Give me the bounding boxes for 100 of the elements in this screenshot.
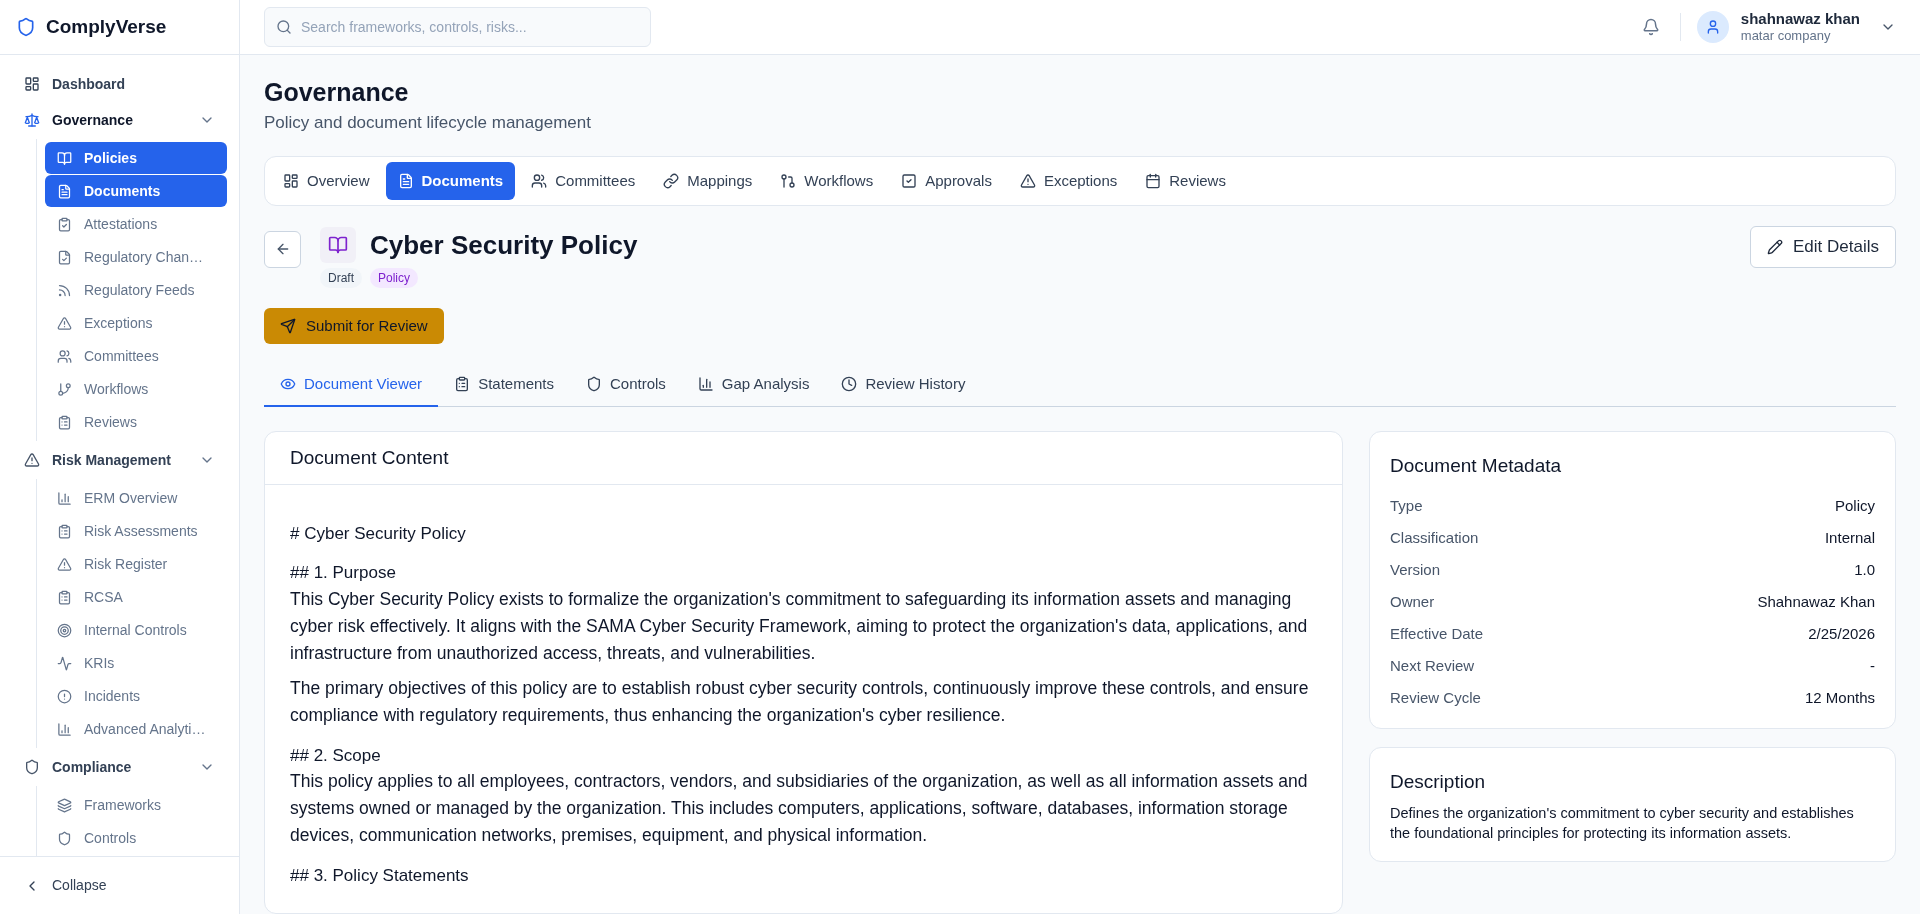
item-icon: [57, 348, 72, 364]
sidebar-subitem[interactable]: Internal Controls: [45, 614, 227, 646]
metadata-value: -: [1870, 656, 1875, 676]
tab-icon: [586, 376, 602, 393]
edit-details-button[interactable]: Edit Details: [1750, 225, 1896, 268]
item-icon: [57, 282, 72, 298]
metadata-label: Classification: [1390, 528, 1479, 548]
section-tab[interactable]: Committees: [519, 161, 648, 200]
item-icon: [57, 589, 72, 605]
document-tab[interactable]: Review History: [825, 363, 982, 407]
metadata-value: Policy: [1835, 496, 1875, 516]
sidebar-group[interactable]: Compliance: [12, 748, 227, 786]
section-icon: [24, 112, 40, 128]
card-title: Document Content: [290, 445, 449, 470]
sidebar-group[interactable]: Risk Management: [12, 441, 227, 479]
sidebar-subitem[interactable]: Risk Assessments: [45, 515, 227, 547]
item-icon: [57, 830, 72, 846]
section-tab[interactable]: Reviews: [1133, 161, 1238, 200]
section-tab[interactable]: Workflows: [768, 161, 886, 200]
page-subtitle: Policy and document lifecycle management: [264, 112, 592, 135]
sidebar-subitem[interactable]: KRIs: [45, 647, 227, 679]
section-tab[interactable]: Overview: [271, 161, 382, 200]
search-icon: [276, 19, 292, 35]
document-tab[interactable]: Controls: [570, 363, 682, 407]
item-icon: [57, 655, 72, 671]
item-icon: [57, 797, 72, 813]
sidebar-subitem[interactable]: Regulatory Chan…: [45, 241, 227, 273]
sidebar-subitem[interactable]: Incidents: [45, 680, 227, 712]
document-paragraph: This policy applies to all employees, contractors, vendors, and subsidiaries of the organization, as well as all information assets and systems owned or managed by the organization. This includes computers, applications, software, databases, information storage devices, communication networks, premises, equipment, and physical information.: [290, 770, 1309, 848]
send-icon: [280, 317, 296, 334]
tab-icon: [780, 172, 797, 189]
tab-icon: [531, 172, 548, 189]
sidebar-subitem[interactable]: Committees: [45, 340, 227, 372]
section-icon: [24, 452, 40, 468]
search-field[interactable]: Search frameworks, controls, risks...: [264, 7, 651, 47]
tab-icon: [1019, 172, 1036, 189]
metadata-value: 2/25/2026: [1808, 624, 1875, 644]
sidebar-subitem[interactable]: Attestations: [45, 208, 227, 240]
tab-icon: [397, 172, 414, 189]
metadata-label: Effective Date: [1390, 624, 1484, 644]
metadata-value: Internal: [1824, 528, 1875, 548]
metadata-value: 12 Months: [1804, 688, 1875, 708]
sidebar-subitem[interactable]: Exceptions: [45, 307, 227, 339]
item-icon: [57, 249, 72, 265]
metadata-label: Version: [1390, 560, 1441, 580]
submit-for-review-button[interactable]: Submit for Review: [264, 307, 444, 344]
card-title: Description: [1390, 770, 1487, 795]
sidebar-group[interactable]: Governance: [12, 101, 227, 139]
user-menu[interactable]: shahnawaz khan matar company: [1696, 9, 1896, 45]
sidebar-subitem[interactable]: Advanced Analyti…: [45, 713, 227, 745]
section-tab[interactable]: Exceptions: [1007, 161, 1130, 200]
document-tab[interactable]: Gap Analysis: [681, 363, 826, 407]
metadata-label: Type: [1390, 496, 1423, 516]
section-heading: ## 3. Policy Statements: [290, 865, 470, 888]
tab-icon: [697, 376, 714, 393]
metadata-value: 1.0: [1854, 560, 1875, 580]
collapse-button[interactable]: Collapse: [12, 867, 119, 904]
metadata-label: Review Cycle: [1390, 688, 1481, 708]
sidebar-subitem[interactable]: Workflows: [45, 373, 227, 405]
sidebar-subitem[interactable]: Policies: [45, 142, 227, 174]
document-paragraph: The primary objectives of this policy are to establish robust cyber security controls, continuously improve these controls, and ensure compliance with regulatory requirements, thus enhancing the organization's cyber resilience.: [290, 676, 1310, 727]
metadata-label: Next Review: [1390, 656, 1475, 676]
section-tab[interactable]: Approvals: [889, 161, 1004, 200]
tab-icon: [841, 376, 858, 393]
sidebar-subitem[interactable]: Frameworks: [45, 789, 227, 821]
sidebar-subitem[interactable]: ERM Overview: [45, 482, 227, 514]
section-tab[interactable]: Documents: [385, 161, 516, 200]
document-tab[interactable]: Statements: [438, 363, 570, 407]
item-icon: [57, 381, 72, 397]
tab-icon: [454, 376, 471, 393]
sidebar-subitem[interactable]: Documents: [45, 175, 227, 207]
description-text: Defines the organization's commitment to cyber security and establishes the foundational principles for protecting its information assets.: [1390, 803, 1855, 843]
section-heading: ## 1. Purpose: [290, 562, 397, 585]
section-tab[interactable]: Mappings: [651, 161, 765, 200]
status-badge: Draft: [320, 267, 362, 288]
sidebar-subitem[interactable]: Reviews: [45, 406, 227, 438]
tab-icon: [901, 172, 918, 189]
shield-logo-icon: [16, 17, 36, 37]
item-icon: [57, 216, 72, 232]
item-icon: [57, 414, 72, 430]
sidebar-item[interactable]: Dashboard: [12, 67, 227, 101]
item-icon: [57, 622, 72, 638]
document-type-icon: [320, 227, 356, 264]
tab-icon: [283, 172, 299, 189]
pencil-icon: [1767, 238, 1783, 255]
item-icon: [57, 556, 72, 572]
brand-name: ComplyVerse: [46, 14, 167, 39]
item-icon: [57, 688, 72, 704]
back-button[interactable]: [264, 230, 301, 268]
item-icon: [57, 150, 72, 166]
tab-icon: [663, 172, 680, 189]
page-title: Governance: [264, 77, 410, 108]
sidebar-subitem[interactable]: Controls: [45, 822, 227, 854]
sidebar-subitem[interactable]: Risk Register: [45, 548, 227, 580]
type-badge: Policy: [370, 267, 419, 288]
document-tab[interactable]: Document Viewer: [264, 363, 439, 407]
card-title: Document Metadata: [1390, 453, 1563, 478]
sidebar-subitem[interactable]: RCSA: [45, 581, 227, 613]
sidebar-subitem[interactable]: Regulatory Feeds: [45, 274, 227, 306]
bell-icon: [1641, 18, 1660, 36]
